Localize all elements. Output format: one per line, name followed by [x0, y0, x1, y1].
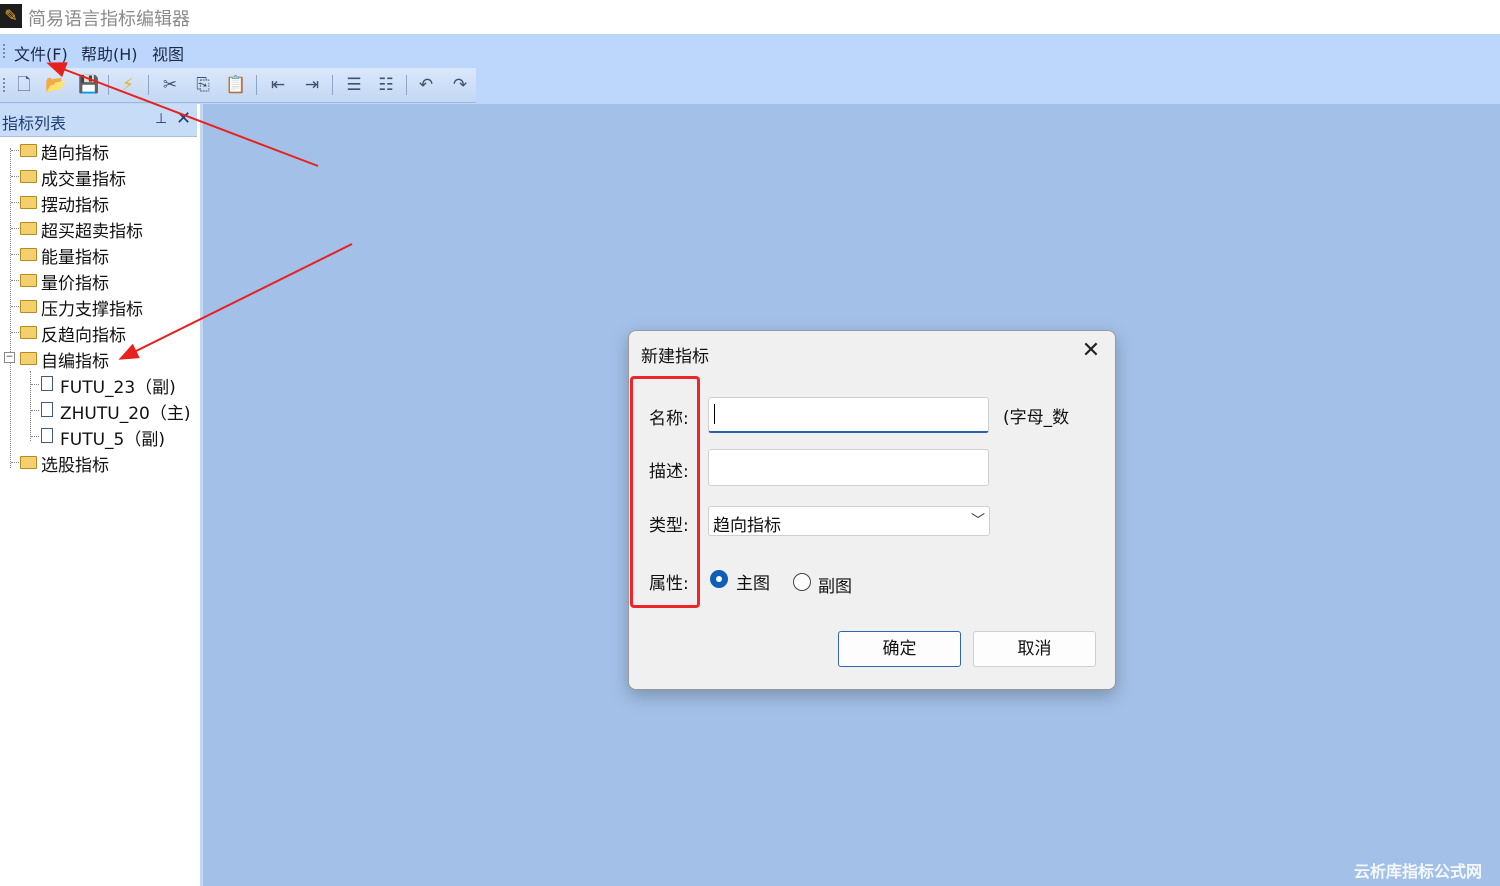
dialog-title: 新建指标	[641, 347, 709, 367]
name-input[interactable]	[708, 397, 989, 433]
text-caret	[714, 404, 715, 424]
new-indicator-dialog: 新建指标 ✕ 名称: (字母_数 描述: 类型: 趋向指标 ﹀ 属性: 主图 副…	[628, 330, 1116, 690]
chevron-down-icon: ﹀	[971, 513, 985, 529]
type-select[interactable]: 趋向指标 ﹀	[708, 506, 990, 536]
close-icon[interactable]: ✕	[1077, 337, 1105, 365]
radio-main-chart[interactable]	[710, 570, 728, 588]
cancel-button[interactable]: 取消	[973, 631, 1096, 667]
radio-sub-chart[interactable]	[793, 573, 811, 591]
radio-main-label: 主图	[736, 574, 770, 594]
watermark: 云析库指标公式网	[1354, 862, 1483, 881]
name-hint: (字母_数	[1003, 408, 1070, 428]
radio-sub-label: 副图	[818, 577, 852, 597]
type-value: 趋向指标	[713, 516, 781, 536]
arrow-to-file-menu	[46, 62, 319, 167]
description-input[interactable]	[708, 449, 989, 486]
ok-button[interactable]: 确定	[838, 631, 961, 667]
arrow-to-custom-folder	[118, 243, 353, 360]
highlight-box	[630, 376, 700, 608]
dialog-body: 名称: (字母_数 描述: 类型: 趋向指标 ﹀ 属性: 主图 副图 确定 取消	[629, 375, 1115, 689]
